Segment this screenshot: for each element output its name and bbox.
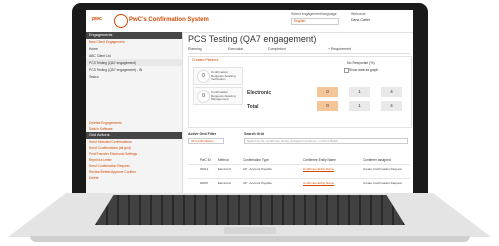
top-bar: pwc PwC's Confirmation System Select eng… [86,10,413,33]
column-header[interactable]: Confirmer assigned [363,158,391,162]
tab-bar: Planning Execution Completion + Requirem… [188,47,410,54]
status-header: Created Planned [192,58,219,62]
tab-planning[interactable]: Planning [188,47,202,51]
card-count: 0 [197,90,210,103]
card-text: Confirmation Requests Awaiting Verificat… [211,70,236,82]
sidebar: Engagements New Client Engagement Home A… [86,32,183,193]
summary-card[interactable]: 0 Confirmation Requests Awaiting Managem… [193,87,243,105]
grid-actions-header: Grid Actions [86,132,182,139]
tab-execution[interactable]: Execution [228,47,243,51]
search-input[interactable]: Search by ID, Confirmee, Entity, Assigne… [244,138,408,144]
row-label-total: Total [247,104,259,110]
table-row[interactable]: 00007 Electronic AP - Account Payable Co… [188,178,410,190]
sidebar-item-home[interactable]: Home [86,45,182,52]
sidebar-item-pcs[interactable]: PCS Testing (QA7 engagement) [86,59,182,66]
pwc-logo: pwc [92,16,102,22]
cell-entity[interactable]: Confirmee Entity Name [303,167,334,171]
graph-checkbox-label: Show data as graph [349,68,379,72]
cell-type: AP - Account Payable [243,181,272,185]
cell-type: AP - Account Payable [243,167,272,171]
engagement-label: Select engagement/language [291,12,337,16]
summary-card[interactable]: 0 Confirmation Requests Awaiting Verific… [193,67,243,85]
status-panel: Created Planned 0 Confirmation Requests … [188,56,412,128]
sidebar-item-abc[interactable]: ABC Client Ltd [86,52,182,59]
column-header[interactable]: Confirmee Entity Name [303,158,336,162]
keys-pattern [95,195,405,225]
app-logo-icon [114,14,128,28]
cell-value: 1 [349,101,370,111]
trackpad [224,227,276,234]
filter-label: Active Grid Filter [188,132,217,136]
sidebar-header: Engagements [86,32,182,39]
main-content: PCS Testing (QA7 engagement) Planning Ex… [186,32,413,193]
sidebar-item-pcs-in[interactable]: PCS Testing (QA7 engagement) - IN [86,66,182,73]
cell-value: 0 [317,87,338,97]
welcome-label: Welcome [351,12,366,16]
cell-value: 0 [317,101,338,111]
card-count: 0 [197,70,210,83]
filter-select[interactable]: All Confirmations [188,138,224,144]
row-label-electronic: Electronic [247,90,272,96]
app-window: pwc PwC's Confirmation System Select eng… [86,10,413,193]
keyboard [95,195,405,225]
cell-assigned: Create Confirmation Request [363,181,402,185]
grid-area: Active Grid Filter All Confirmations Sea… [188,132,410,192]
action-item[interactable]: Delete [86,175,182,181]
cell-id: 00007 [200,181,209,185]
tab-completion[interactable]: Completion [268,47,286,51]
tab-requirement[interactable]: + Requirement [328,47,351,51]
cell-value: 1 [349,87,370,97]
cell-method: Electronic [218,167,232,171]
engagement-select[interactable]: English [291,18,339,25]
column-header[interactable]: Confirmation Type [243,158,269,162]
cell-assigned: Create Confirmation Request [363,167,402,171]
app-title: PwC's Confirmation System [129,17,209,23]
cell-value: 4 [381,87,402,97]
user-name[interactable]: Dana Carter [351,18,370,22]
search-label: Search Grid [244,132,264,136]
cell-method: Electronic [218,181,232,185]
laptop-base-edge [30,236,470,242]
response-header: No Response (%) [347,61,375,65]
table-row[interactable]: 00012 Electronic AP - Account Payable Co… [188,164,410,176]
page-title: PCS Testing (QA7 engagement) [188,34,317,44]
column-header[interactable]: PwC ID [200,158,211,162]
cell-id: 00012 [200,167,209,171]
card-text: Confirmation Requests Awaiting Managemen… [211,90,236,102]
cell-entity[interactable]: Confirmee Entity Name [303,181,334,185]
sidebar-item-testco[interactable]: Testco [86,73,182,80]
cell-value: 4 [381,101,402,111]
column-header[interactable]: Method [218,158,229,162]
